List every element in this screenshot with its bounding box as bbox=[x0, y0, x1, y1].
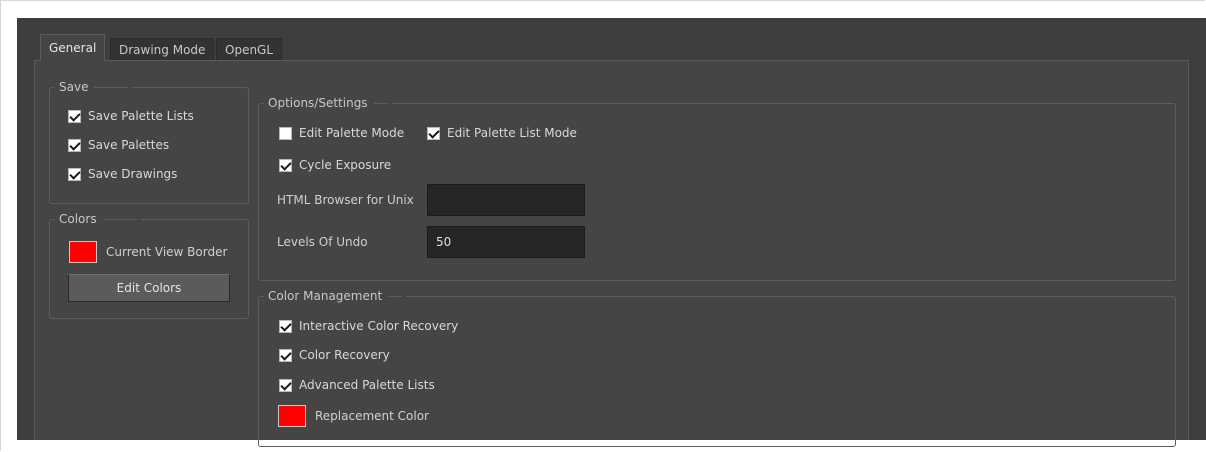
advanced-palette-lists-checkbox[interactable]: Advanced Palette Lists bbox=[279, 376, 435, 394]
checkbox-checked-icon bbox=[279, 319, 292, 333]
tab-general[interactable]: General bbox=[40, 34, 106, 61]
checkbox-unchecked-icon bbox=[279, 126, 292, 140]
replacement-color-label: Replacement Color bbox=[315, 409, 429, 423]
current-view-border-label: Current View Border bbox=[106, 245, 228, 259]
edit-palette-mode-label: Edit Palette Mode bbox=[299, 126, 405, 140]
tab-opengl-label: OpenGL bbox=[225, 43, 274, 57]
levels-of-undo-field[interactable] bbox=[427, 226, 585, 258]
options-settings-group-title: Options/Settings bbox=[264, 95, 392, 111]
current-view-border-swatch[interactable] bbox=[69, 241, 97, 263]
save-drawings-checkbox[interactable]: Save Drawings bbox=[68, 165, 177, 183]
save-palettes-checkbox[interactable]: Save Palettes bbox=[68, 136, 169, 154]
tab-drawing-mode-label: Drawing Mode bbox=[119, 43, 206, 57]
tab-drawing-mode[interactable]: Drawing Mode bbox=[110, 38, 215, 60]
save-palette-lists-checkbox[interactable]: Save Palette Lists bbox=[68, 107, 194, 125]
edit-palette-list-mode-label: Edit Palette List Mode bbox=[447, 126, 577, 140]
checkbox-checked-icon bbox=[68, 138, 81, 152]
preferences-dialog: General Drawing Mode OpenGL Save Save Pa… bbox=[17, 18, 1206, 447]
tab-general-label: General bbox=[49, 41, 97, 55]
checkbox-checked-icon bbox=[279, 158, 292, 172]
checkbox-checked-icon bbox=[427, 126, 440, 140]
edit-colors-button[interactable]: Edit Colors bbox=[68, 274, 230, 302]
save-drawings-label: Save Drawings bbox=[88, 167, 178, 181]
edit-palette-mode-checkbox[interactable]: Edit Palette Mode bbox=[279, 124, 404, 142]
general-tab-pane: Save Save Palette Lists Save Palettes Sa… bbox=[34, 60, 1189, 447]
cycle-exposure-checkbox[interactable]: Cycle Exposure bbox=[279, 156, 391, 174]
save-palette-lists-label: Save Palette Lists bbox=[88, 109, 194, 123]
color-recovery-label: Color Recovery bbox=[299, 348, 390, 362]
checkbox-checked-icon bbox=[279, 348, 292, 362]
cycle-exposure-label: Cycle Exposure bbox=[299, 158, 392, 172]
html-browser-field[interactable] bbox=[427, 184, 585, 216]
color-recovery-checkbox[interactable]: Color Recovery bbox=[279, 346, 390, 364]
colors-group: Colors Current View Border Edit Colors bbox=[49, 211, 249, 319]
checkbox-checked-icon bbox=[68, 167, 81, 181]
replacement-color-swatch[interactable] bbox=[278, 405, 306, 427]
color-management-group: Color Management Interactive Color Recov… bbox=[258, 288, 1176, 447]
checkbox-checked-icon bbox=[279, 378, 292, 392]
colors-group-title: Colors bbox=[55, 211, 141, 227]
advanced-palette-lists-label: Advanced Palette Lists bbox=[299, 378, 435, 392]
levels-of-undo-label: Levels Of Undo bbox=[277, 235, 368, 249]
tab-opengl[interactable]: OpenGL bbox=[216, 38, 283, 60]
interactive-color-recovery-checkbox[interactable]: Interactive Color Recovery bbox=[279, 317, 458, 335]
interactive-color-recovery-label: Interactive Color Recovery bbox=[299, 319, 459, 333]
options-settings-group: Options/Settings Edit Palette Mode Edit … bbox=[258, 95, 1176, 281]
html-browser-label: HTML Browser for Unix bbox=[277, 193, 414, 207]
color-management-group-title: Color Management bbox=[264, 288, 407, 304]
save-palettes-label: Save Palettes bbox=[88, 138, 170, 152]
edit-palette-list-mode-checkbox[interactable]: Edit Palette List Mode bbox=[427, 124, 577, 142]
checkbox-checked-icon bbox=[68, 109, 81, 123]
save-group: Save Save Palette Lists Save Palettes Sa… bbox=[49, 79, 249, 204]
save-group-title: Save bbox=[55, 79, 133, 95]
